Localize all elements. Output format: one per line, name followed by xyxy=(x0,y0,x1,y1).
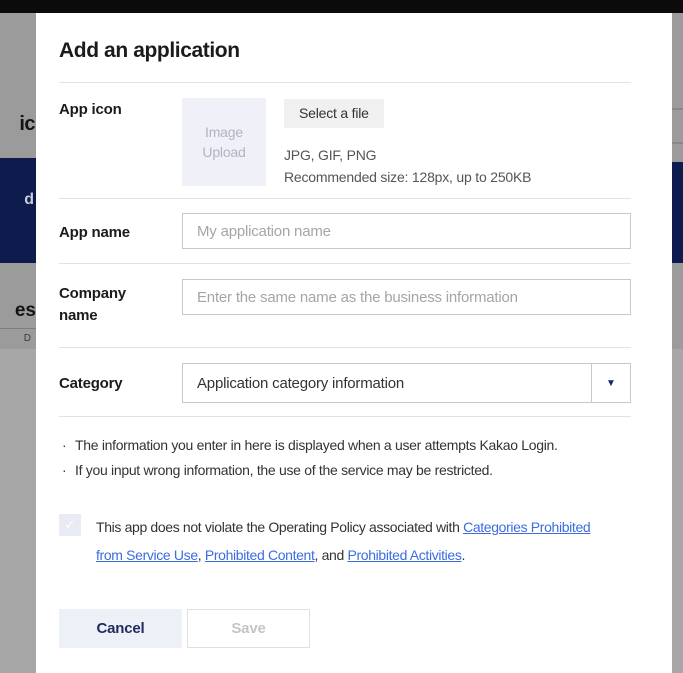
backdrop-lower-area xyxy=(0,349,36,673)
policy-text-line2: from Service Use, Prohibited Content, an… xyxy=(96,541,590,569)
note-text: The information you enter in here is dis… xyxy=(75,433,558,458)
company-name-row: Company name xyxy=(59,264,631,347)
bullet-dot: · xyxy=(62,458,75,483)
category-row: Category Application category informatio… xyxy=(59,348,631,416)
app-icon-label: App icon xyxy=(59,98,182,186)
modal-footer: Cancel Save xyxy=(59,609,631,648)
backdrop-divider xyxy=(0,328,36,329)
link-categories-prohibited[interactable]: from Service Use xyxy=(96,547,198,563)
note-item: · The information you enter in here is d… xyxy=(59,433,631,458)
note-text: If you input wrong information, the use … xyxy=(75,458,493,483)
link-categories-prohibited[interactable]: Categories Prohibited xyxy=(463,519,590,535)
upload-placeholder-line2: Upload xyxy=(202,142,245,162)
app-name-input[interactable] xyxy=(182,213,631,249)
backdrop-small-text-fragment: D xyxy=(24,333,31,344)
chevron-down-icon[interactable]: ▼ xyxy=(591,364,630,402)
link-prohibited-activities[interactable]: Prohibited Activities xyxy=(347,547,461,563)
backdrop-navy-text-fragment: d xyxy=(24,191,34,209)
image-upload-dropzone[interactable]: Image Upload xyxy=(182,98,266,186)
notes-list: · The information you enter in here is d… xyxy=(59,433,631,483)
policy-text: This app does not violate the Operating … xyxy=(96,513,590,569)
category-selected-value: Application category information xyxy=(183,364,591,402)
save-button[interactable]: Save xyxy=(187,609,310,648)
backdrop-lower-area xyxy=(672,349,683,673)
backdrop-navy-banner xyxy=(672,162,683,263)
app-icon-row: App icon Image Upload Select a file JPG,… xyxy=(59,83,631,198)
modal-title: Add an application xyxy=(59,38,631,64)
link-prohibited-content[interactable]: Prohibited Content xyxy=(205,547,315,563)
backdrop-seam xyxy=(672,108,683,110)
policy-text-line1: This app does not violate the Operating … xyxy=(96,513,590,541)
backdrop-heading-fragment: ic xyxy=(19,113,35,136)
backdrop-seam xyxy=(672,142,683,144)
checkmark-icon: ✓ xyxy=(65,517,76,533)
recommended-size-text: Recommended size: 128px, up to 250KB xyxy=(284,169,531,185)
policy-agreement-row: ✓ This app does not violate the Operatin… xyxy=(59,513,631,569)
app-name-label: App name xyxy=(59,213,182,249)
backdrop-subheading-fragment: es xyxy=(15,300,36,322)
browser-top-bar xyxy=(0,0,683,13)
allowed-formats-text: JPG, GIF, PNG xyxy=(284,147,531,163)
category-select[interactable]: Application category information ▼ xyxy=(182,363,631,403)
divider xyxy=(59,416,631,417)
bullet-dot: · xyxy=(62,433,75,458)
upload-placeholder-line1: Image xyxy=(205,122,243,142)
company-name-label: Company name xyxy=(59,279,182,327)
dimmed-backdrop-left: ic d es D xyxy=(0,13,36,673)
dimmed-backdrop-right xyxy=(672,13,683,673)
backdrop-navy-banner: d xyxy=(0,158,36,263)
company-name-input[interactable] xyxy=(182,279,631,315)
policy-checkbox[interactable]: ✓ xyxy=(59,514,81,536)
select-file-button[interactable]: Select a file xyxy=(284,99,384,128)
add-application-modal: Add an application App icon Image Upload… xyxy=(36,13,672,673)
cancel-button[interactable]: Cancel xyxy=(59,609,182,648)
category-label: Category xyxy=(59,363,182,403)
app-name-row: App name xyxy=(59,199,631,263)
note-item: · If you input wrong information, the us… xyxy=(59,458,631,483)
